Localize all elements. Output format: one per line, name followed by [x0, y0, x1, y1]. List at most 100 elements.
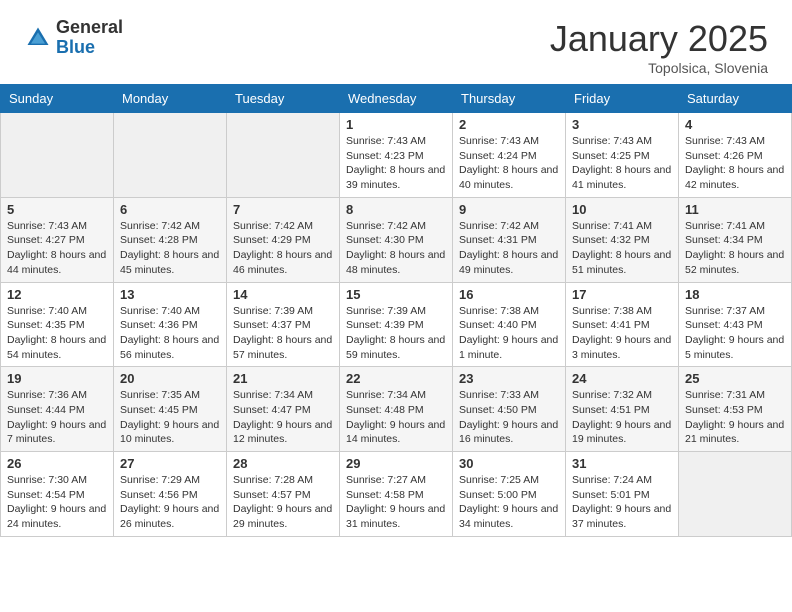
day-number: 15 [346, 287, 446, 302]
calendar-cell: 22Sunrise: 7:34 AM Sunset: 4:48 PM Dayli… [340, 367, 453, 452]
calendar-cell: 11Sunrise: 7:41 AM Sunset: 4:34 PM Dayli… [679, 197, 792, 282]
col-thursday: Thursday [453, 85, 566, 113]
day-number: 5 [7, 202, 107, 217]
calendar-cell: 3 Sunrise: 7:43 AM Sunset: 4:25 PM Daylig… [566, 113, 679, 198]
day-number: 26 [7, 456, 107, 471]
day-number: 21 [233, 371, 333, 386]
day-number: 30 [459, 456, 559, 471]
day-info: Sunrise: 7:28 AM Sunset: 4:57 PM Dayligh… [233, 473, 333, 532]
day-number: 16 [459, 287, 559, 302]
day-number: 9 [459, 202, 559, 217]
day-info: Sunrise: 7:29 AM Sunset: 4:56 PM Dayligh… [120, 473, 220, 532]
day-info: Sunrise: 7:42 AM Sunset: 4:31 PM Dayligh… [459, 219, 559, 278]
day-info: Sunrise: 7:35 AM Sunset: 4:45 PM Dayligh… [120, 388, 220, 447]
day-number: 24 [572, 371, 672, 386]
calendar-cell: 27Sunrise: 7:29 AM Sunset: 4:56 PM Dayli… [114, 452, 227, 537]
page-container: General Blue January 2025 Topolsica, Slo… [0, 0, 792, 537]
day-info: Sunrise: 7:33 AM Sunset: 4:50 PM Dayligh… [459, 388, 559, 447]
day-number: 18 [685, 287, 785, 302]
calendar-cell: 10 Sunrise: 7:41 AM Sunset: 4:32 PM Dayli… [566, 197, 679, 282]
weekday-row: Sunday Monday Tuesday Wednesday Thursday… [1, 85, 792, 113]
day-info: Sunrise: 7:36 AM Sunset: 4:44 PM Dayligh… [7, 388, 107, 447]
day-number: 3 [572, 117, 672, 132]
day-info: Sunrise: 7:31 AM Sunset: 4:53 PM Dayligh… [685, 388, 785, 447]
calendar-cell: 20 Sunrise: 7:35 AM Sunset: 4:45 PM Dayli… [114, 367, 227, 452]
day-number: 6 [120, 202, 220, 217]
calendar-cell: 12 Sunrise: 7:40 AM Sunset: 4:35 PM Dayli… [1, 282, 114, 367]
day-info: Sunrise: 7:27 AM Sunset: 4:58 PM Dayligh… [346, 473, 446, 532]
day-info: Sunrise: 7:43 AM Sunset: 4:27 PM Dayligh… [7, 219, 107, 278]
calendar-cell: 13Sunrise: 7:40 AM Sunset: 4:36 PM Dayli… [114, 282, 227, 367]
day-number: 7 [233, 202, 333, 217]
calendar-cell: 15 Sunrise: 7:39 AM Sunset: 4:39 PM Dayli… [340, 282, 453, 367]
calendar-cell: 6 Sunrise: 7:42 AM Sunset: 4:28 PM Daylig… [114, 197, 227, 282]
day-number: 19 [7, 371, 107, 386]
calendar-cell: 7 Sunrise: 7:42 AM Sunset: 4:29 PM Daylig… [227, 197, 340, 282]
header: General Blue January 2025 Topolsica, Slo… [0, 0, 792, 84]
calendar-week-1: 1 Sunrise: 7:43 AM Sunset: 4:23 PM Daylig… [1, 113, 792, 198]
day-number: 12 [7, 287, 107, 302]
day-info: Sunrise: 7:40 AM Sunset: 4:35 PM Dayligh… [7, 304, 107, 363]
day-info: Sunrise: 7:42 AM Sunset: 4:30 PM Dayligh… [346, 219, 446, 278]
calendar-week-4: 19 Sunrise: 7:36 AM Sunset: 4:44 PM Dayli… [1, 367, 792, 452]
calendar-cell: 16Sunrise: 7:38 AM Sunset: 4:40 PM Dayli… [453, 282, 566, 367]
day-number: 4 [685, 117, 785, 132]
day-info: Sunrise: 7:32 AM Sunset: 4:51 PM Dayligh… [572, 388, 672, 447]
day-info: Sunrise: 7:41 AM Sunset: 4:32 PM Dayligh… [572, 219, 672, 278]
day-number: 11 [685, 202, 785, 217]
day-info: Sunrise: 7:34 AM Sunset: 4:47 PM Dayligh… [233, 388, 333, 447]
logo-blue: Blue [56, 38, 123, 58]
logo-text: General Blue [56, 18, 123, 58]
day-number: 10 [572, 202, 672, 217]
calendar-cell: 8Sunrise: 7:42 AM Sunset: 4:30 PM Daylig… [340, 197, 453, 282]
col-sunday: Sunday [1, 85, 114, 113]
day-info: Sunrise: 7:42 AM Sunset: 4:28 PM Dayligh… [120, 219, 220, 278]
day-info: Sunrise: 7:43 AM Sunset: 4:23 PM Dayligh… [346, 134, 446, 193]
calendar-week-5: 26 Sunrise: 7:30 AM Sunset: 4:54 PM Dayli… [1, 452, 792, 537]
day-number: 13 [120, 287, 220, 302]
calendar-cell: 14Sunrise: 7:39 AM Sunset: 4:37 PM Dayli… [227, 282, 340, 367]
calendar-cell: 30 Sunrise: 7:25 AM Sunset: 5:00 PM Dayli… [453, 452, 566, 537]
calendar-table: Sunday Monday Tuesday Wednesday Thursday… [0, 84, 792, 537]
calendar-cell: 24 Sunrise: 7:32 AM Sunset: 4:51 PM Dayli… [566, 367, 679, 452]
day-info: Sunrise: 7:39 AM Sunset: 4:39 PM Dayligh… [346, 304, 446, 363]
calendar-cell: 19 Sunrise: 7:36 AM Sunset: 4:44 PM Dayli… [1, 367, 114, 452]
logo: General Blue [24, 18, 123, 58]
col-wednesday: Wednesday [340, 85, 453, 113]
calendar-cell: 31 Sunrise: 7:24 AM Sunset: 5:01 PM Dayli… [566, 452, 679, 537]
day-number: 31 [572, 456, 672, 471]
calendar-cell [679, 452, 792, 537]
calendar-cell [227, 113, 340, 198]
day-info: Sunrise: 7:42 AM Sunset: 4:29 PM Dayligh… [233, 219, 333, 278]
logo-icon [24, 24, 52, 52]
calendar-cell [114, 113, 227, 198]
calendar-cell: 5 Sunrise: 7:43 AM Sunset: 4:27 PM Daylig… [1, 197, 114, 282]
day-info: Sunrise: 7:30 AM Sunset: 4:54 PM Dayligh… [7, 473, 107, 532]
calendar-cell: 29Sunrise: 7:27 AM Sunset: 4:58 PM Dayli… [340, 452, 453, 537]
day-number: 28 [233, 456, 333, 471]
col-monday: Monday [114, 85, 227, 113]
title-block: January 2025 Topolsica, Slovenia [550, 18, 768, 76]
day-info: Sunrise: 7:43 AM Sunset: 4:25 PM Dayligh… [572, 134, 672, 193]
day-info: Sunrise: 7:39 AM Sunset: 4:37 PM Dayligh… [233, 304, 333, 363]
calendar-cell: 2Sunrise: 7:43 AM Sunset: 4:24 PM Daylig… [453, 113, 566, 198]
day-number: 20 [120, 371, 220, 386]
day-number: 1 [346, 117, 446, 132]
calendar-cell: 21 Sunrise: 7:34 AM Sunset: 4:47 PM Dayli… [227, 367, 340, 452]
calendar-cell [1, 113, 114, 198]
calendar-week-2: 5 Sunrise: 7:43 AM Sunset: 4:27 PM Daylig… [1, 197, 792, 282]
day-info: Sunrise: 7:43 AM Sunset: 4:24 PM Dayligh… [459, 134, 559, 193]
calendar-header: Sunday Monday Tuesday Wednesday Thursday… [1, 85, 792, 113]
calendar-cell: 17Sunrise: 7:38 AM Sunset: 4:41 PM Dayli… [566, 282, 679, 367]
calendar-cell: 25Sunrise: 7:31 AM Sunset: 4:53 PM Dayli… [679, 367, 792, 452]
day-number: 23 [459, 371, 559, 386]
calendar-cell: 26 Sunrise: 7:30 AM Sunset: 4:54 PM Dayli… [1, 452, 114, 537]
col-friday: Friday [566, 85, 679, 113]
day-info: Sunrise: 7:24 AM Sunset: 5:01 PM Dayligh… [572, 473, 672, 532]
calendar-body: 1 Sunrise: 7:43 AM Sunset: 4:23 PM Daylig… [1, 113, 792, 537]
day-info: Sunrise: 7:34 AM Sunset: 4:48 PM Dayligh… [346, 388, 446, 447]
calendar-cell: 1 Sunrise: 7:43 AM Sunset: 4:23 PM Daylig… [340, 113, 453, 198]
calendar-week-3: 12 Sunrise: 7:40 AM Sunset: 4:35 PM Dayli… [1, 282, 792, 367]
day-info: Sunrise: 7:37 AM Sunset: 4:43 PM Dayligh… [685, 304, 785, 363]
day-info: Sunrise: 7:25 AM Sunset: 5:00 PM Dayligh… [459, 473, 559, 532]
